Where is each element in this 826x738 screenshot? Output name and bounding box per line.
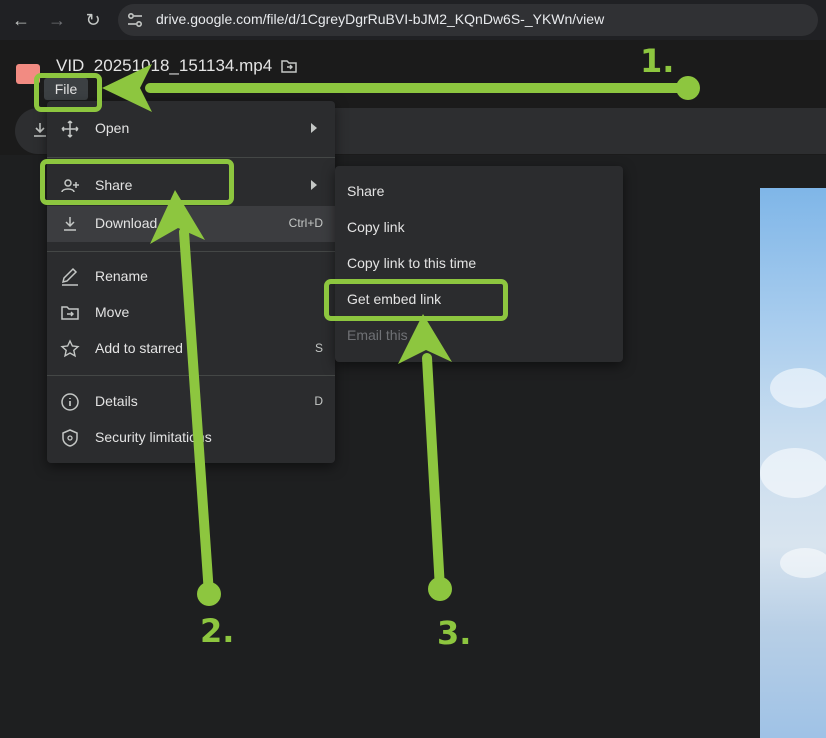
forward-icon[interactable]: → bbox=[46, 9, 68, 31]
submenu-item-copy-link-time[interactable]: Copy link to this time bbox=[335, 246, 623, 282]
chevron-right-icon bbox=[311, 123, 317, 133]
star-icon bbox=[60, 339, 80, 358]
menu-item-details[interactable]: Details D bbox=[47, 384, 335, 420]
highlight-file-button bbox=[34, 73, 102, 112]
video-preview[interactable] bbox=[760, 188, 826, 738]
submenu-item-copy-link[interactable]: Copy link bbox=[335, 210, 623, 246]
menu-item-rename[interactable]: Rename bbox=[47, 259, 335, 295]
pencil-icon bbox=[61, 267, 78, 286]
site-settings-icon[interactable] bbox=[126, 11, 144, 29]
menu-item-security-limitations[interactable]: Security limitations bbox=[47, 420, 335, 456]
file-menu: Open Share Download Ctrl+D Rename Move A… bbox=[47, 101, 335, 463]
submenu-item-email-this: Email this bbox=[347, 327, 408, 343]
move-arrows-icon bbox=[61, 120, 79, 138]
back-icon[interactable]: ← bbox=[10, 9, 32, 31]
menu-item-download[interactable]: Download Ctrl+D bbox=[47, 206, 335, 242]
reload-icon[interactable]: ↻ bbox=[82, 9, 104, 31]
divider bbox=[47, 251, 335, 252]
menu-item-open[interactable]: Open bbox=[47, 111, 335, 147]
step-1-label: 1. bbox=[640, 42, 675, 80]
highlight-share-item bbox=[40, 159, 234, 205]
share-submenu: Share Copy link Copy link to this time G… bbox=[335, 166, 623, 362]
info-icon bbox=[61, 393, 79, 411]
step-3-label: 3. bbox=[437, 614, 472, 652]
url-text[interactable]: drive.google.com/file/d/1CgreyDgrRuBVI-b… bbox=[156, 11, 604, 27]
browser-toolbar: ← → ↻ drive.google.com/file/d/1CgreyDgrR… bbox=[0, 0, 826, 40]
folder-move-icon bbox=[61, 306, 79, 320]
submenu-item-share[interactable]: Share bbox=[335, 174, 623, 210]
highlight-get-embed-link bbox=[324, 279, 508, 321]
shield-icon bbox=[62, 429, 78, 447]
folder-move-icon[interactable] bbox=[280, 57, 298, 75]
address-bar[interactable]: drive.google.com/file/d/1CgreyDgrRuBVI-b… bbox=[118, 4, 818, 36]
divider bbox=[47, 157, 335, 158]
divider bbox=[47, 375, 335, 376]
menu-item-move[interactable]: Move bbox=[47, 295, 335, 331]
download-icon bbox=[64, 217, 76, 231]
chevron-right-icon bbox=[311, 180, 317, 190]
menu-item-add-to-starred[interactable]: Add to starred S bbox=[47, 331, 335, 367]
step-2-label: 2. bbox=[200, 612, 235, 650]
